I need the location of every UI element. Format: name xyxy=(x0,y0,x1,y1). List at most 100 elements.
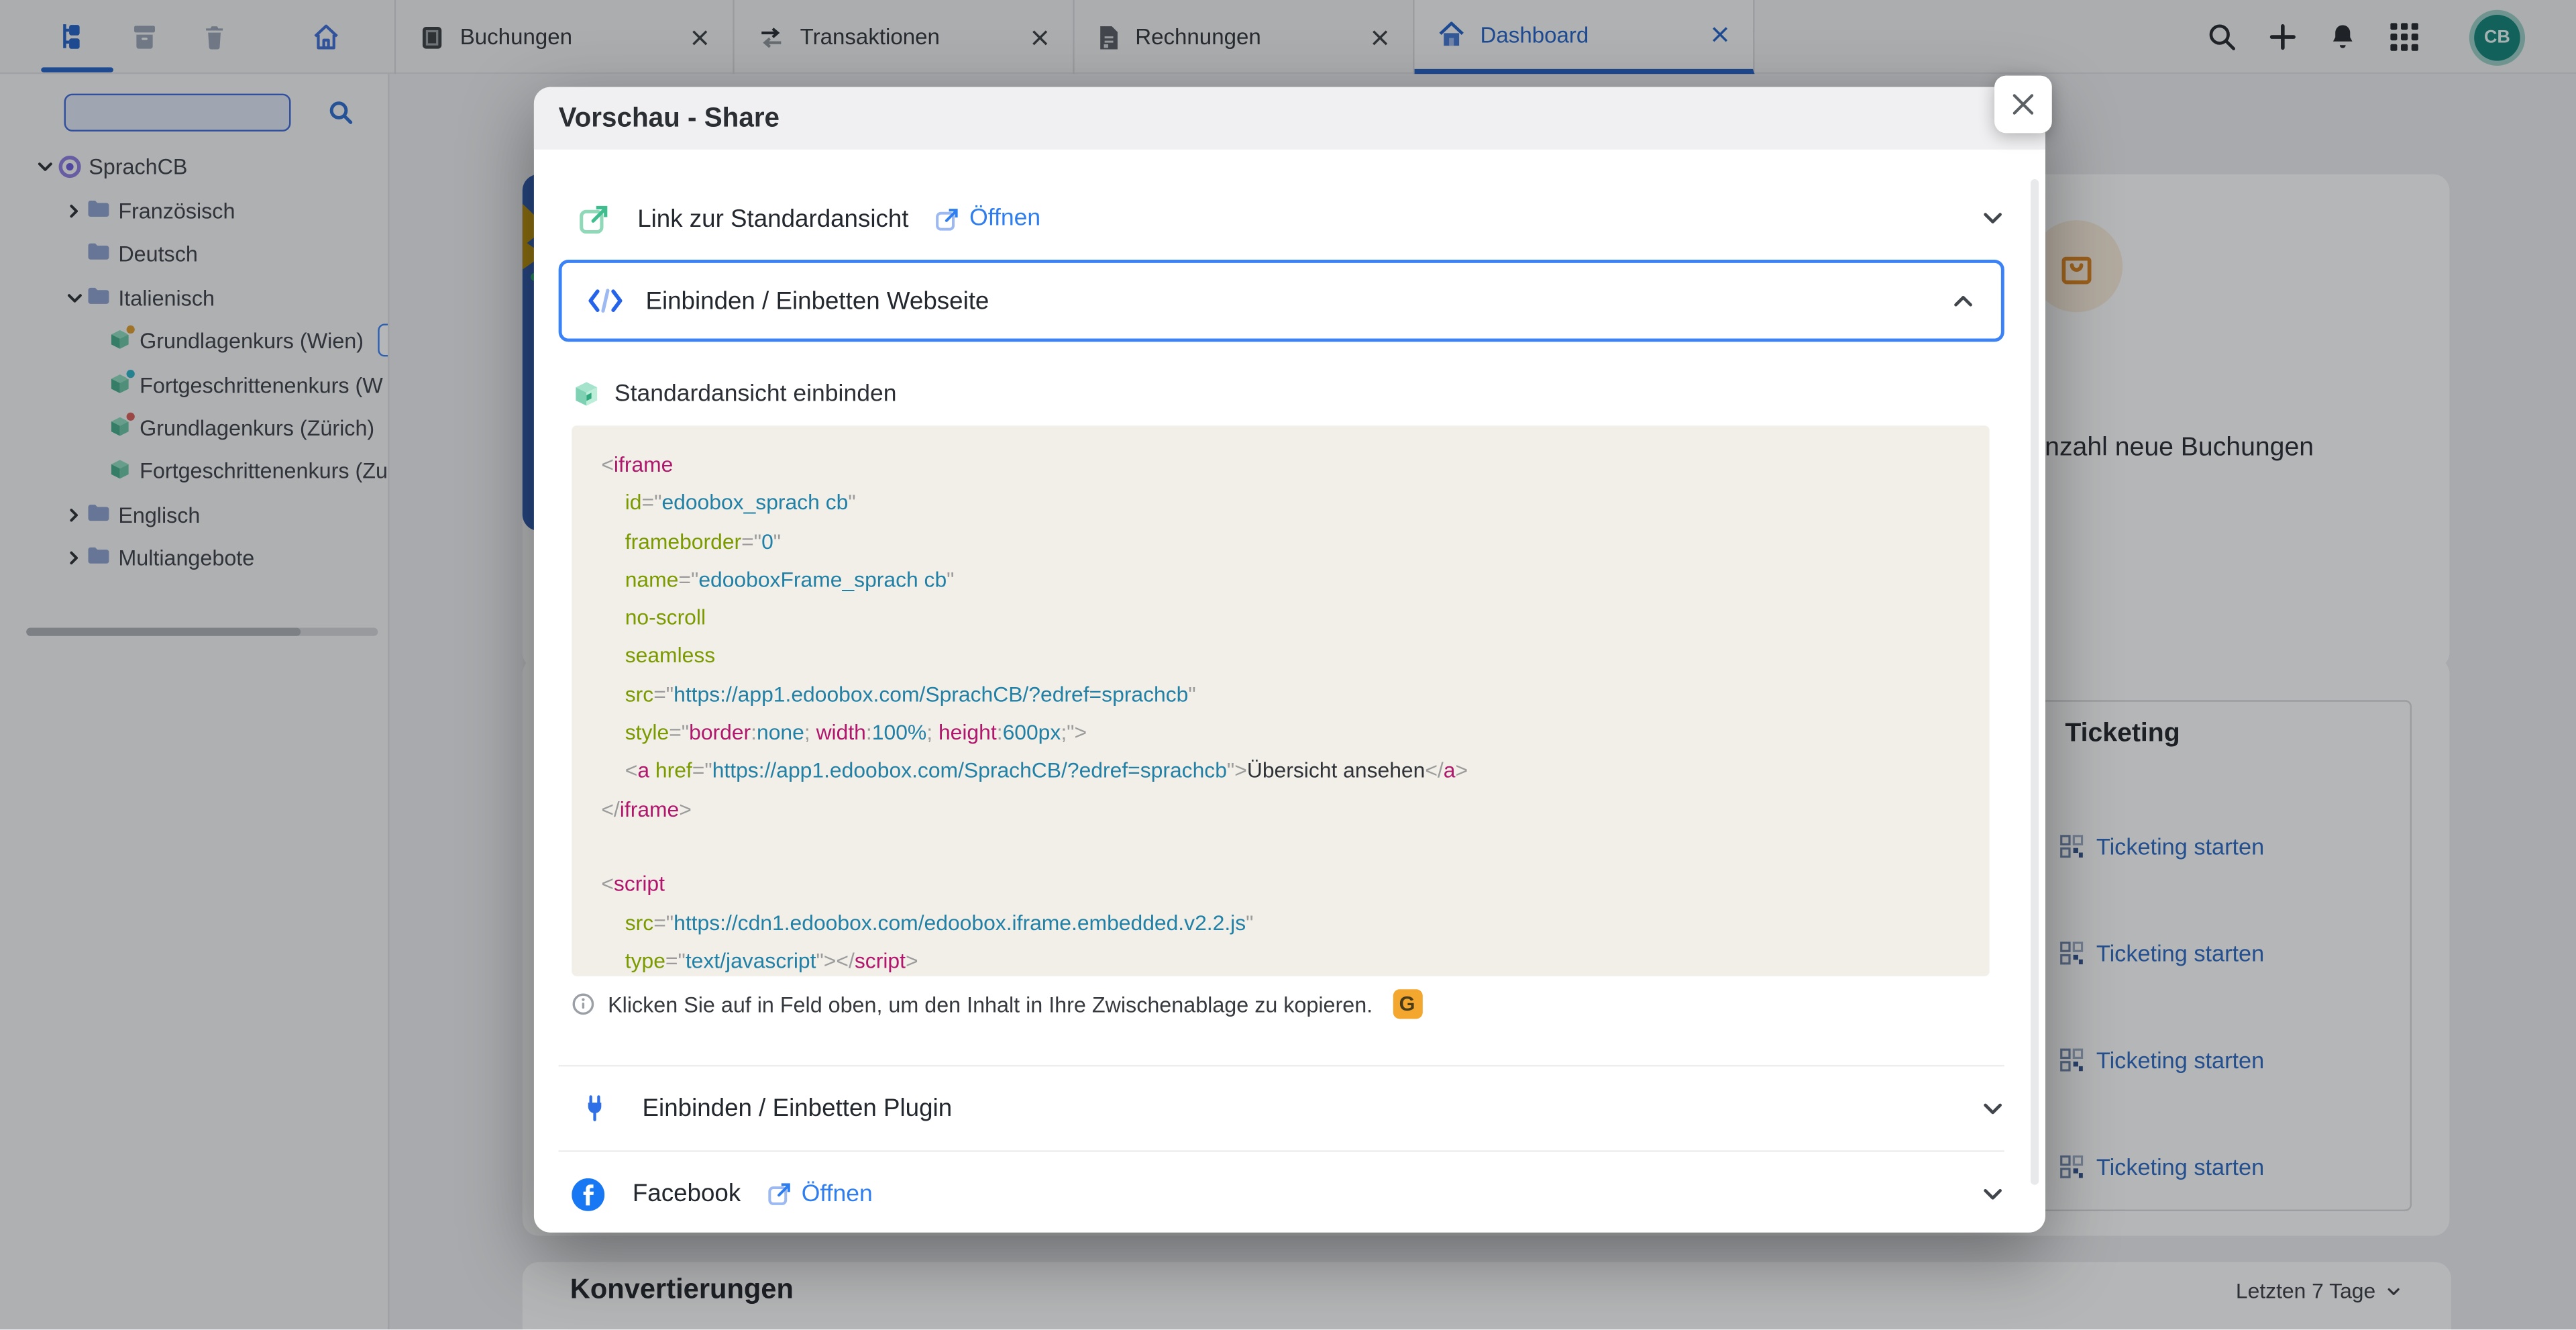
external-link-icon xyxy=(767,1182,792,1207)
code-token-attr: no-scroll xyxy=(625,605,706,630)
code-line: seamless xyxy=(601,638,1960,676)
code-token-str: https://app1.edoobox.com/SprachCB/?edref… xyxy=(674,682,1188,707)
code-token-punc: =" xyxy=(665,948,686,973)
code-token-punc: =" xyxy=(692,758,712,783)
code-token-plain xyxy=(601,910,625,935)
chevron-down-icon[interactable] xyxy=(1981,1182,2004,1205)
code-token-plain xyxy=(601,682,625,707)
code-line: <a href="https://app1.edoobox.com/Sprach… xyxy=(601,754,1960,792)
code-line: type="text/javascript"></script> xyxy=(601,943,1960,976)
code-token-cssval: 100% xyxy=(872,720,926,745)
code-token-text: Übersicht ansehen xyxy=(1247,758,1425,783)
code-token-plain xyxy=(601,529,625,554)
code-token-punc: < xyxy=(601,872,614,897)
open-label: Öffnen xyxy=(969,205,1040,232)
row-label: Link zur Standardansicht xyxy=(637,205,908,233)
code-token-str: text/javascript xyxy=(686,948,816,973)
code-token-punc: < xyxy=(625,758,638,783)
modal-title: Vorschau - Share xyxy=(559,87,780,150)
code-token-attr: src xyxy=(625,682,653,707)
chevron-down-icon[interactable] xyxy=(1981,207,2004,230)
clipboard-hint-text: Klicken Sie auf in Feld oben, um den Inh… xyxy=(608,992,1373,1017)
external-link-icon xyxy=(578,203,610,234)
code-line: no-scroll xyxy=(601,600,1960,638)
code-token-punc: =" xyxy=(642,491,662,515)
code-token-tag: a xyxy=(1444,758,1456,783)
embed-plugin-row[interactable]: Einbinden / Einbetten Plugin xyxy=(559,1066,2004,1150)
code-token-punc: " xyxy=(947,567,954,592)
code-line: style="border:none; width:100%; height:6… xyxy=(601,715,1960,753)
code-line: src="https://app1.edoobox.com/SprachCB/?… xyxy=(601,676,1960,715)
external-link-icon xyxy=(935,206,960,231)
code-token-plain xyxy=(649,758,655,783)
code-token-punc: =" xyxy=(653,910,674,935)
code-token-tag: a xyxy=(637,758,649,783)
row-label: Einbinden / Einbetten Plugin xyxy=(643,1094,953,1123)
facebook-row[interactable]: Facebook Öffnen xyxy=(559,1152,2004,1236)
embed-code-field[interactable]: <iframe id="edoobox_sprach cb" framebord… xyxy=(572,425,1989,976)
code-token-punc: : xyxy=(866,720,872,745)
code-token-attr: type xyxy=(625,948,665,973)
close-button[interactable] xyxy=(1994,76,2052,134)
modal-scrollbar[interactable] xyxy=(2031,179,2039,1185)
code-token-tag: iframe xyxy=(620,797,679,821)
code-token-punc: " xyxy=(1246,910,1253,935)
open-standard-view-link[interactable]: Öffnen xyxy=(935,205,1040,232)
link-standard-view-row[interactable]: Link zur Standardansicht Öffnen xyxy=(559,183,2004,255)
row-label: Einbinden / Einbetten Webseite xyxy=(645,287,989,315)
code-token-punc: </ xyxy=(1425,758,1443,783)
code-token-tag: script xyxy=(855,948,906,973)
chevron-up-icon[interactable] xyxy=(1951,289,1974,312)
code-token-plain xyxy=(601,567,625,592)
screen: Buchungen Transaktionen Rechnungen Dashb… xyxy=(0,0,2576,1330)
code-token-attr: src xyxy=(625,910,653,935)
embed-webseite-row[interactable]: Einbinden / Einbetten Webseite xyxy=(559,260,2004,342)
code-token-punc: =" xyxy=(678,567,698,592)
code-token-plain xyxy=(601,491,625,515)
code-token-punc: =" xyxy=(653,682,674,707)
cube-icon xyxy=(574,381,600,407)
code-token-str: edooboxFrame_sprach cb xyxy=(698,567,947,592)
row-label: Facebook xyxy=(633,1180,741,1208)
code-token-cssval: 600px xyxy=(1003,720,1061,745)
grammarly-badge[interactable]: G xyxy=(1393,989,1422,1019)
code-token-punc: ;"> xyxy=(1061,720,1087,745)
info-icon xyxy=(572,992,594,1015)
code-token-punc: "> xyxy=(1227,758,1247,783)
code-token-punc: " xyxy=(848,491,855,515)
code-icon xyxy=(588,288,623,314)
code-token-str: edoobox_sprach cb xyxy=(661,491,848,515)
open-facebook-link[interactable]: Öffnen xyxy=(767,1181,872,1207)
code-token-cssprop: width xyxy=(816,720,866,745)
code-token-punc: =" xyxy=(669,720,689,745)
code-token-punc: > xyxy=(906,948,918,973)
code-token-tag: script xyxy=(614,872,665,897)
code-token-cssprop: height xyxy=(938,720,997,745)
code-token-punc: " xyxy=(773,529,781,554)
code-token-plain xyxy=(601,720,625,745)
chevron-down-icon[interactable] xyxy=(1981,1097,2004,1120)
code-token-punc: ; xyxy=(926,720,938,745)
code-token-punc: > xyxy=(679,797,692,821)
code-token-plain xyxy=(601,758,625,783)
code-token-str: https://app1.edoobox.com/SprachCB/?edref… xyxy=(712,758,1227,783)
code-token-plain xyxy=(601,644,625,668)
code-token-attr: style xyxy=(625,720,669,745)
close-icon xyxy=(2011,92,2036,117)
code-token-plain xyxy=(601,948,625,973)
share-preview-modal: Vorschau - Share Link zur Standardansich… xyxy=(534,87,2045,1233)
code-token-punc: </ xyxy=(836,948,854,973)
modal-header: Vorschau - Share xyxy=(534,87,2045,150)
code-token-str: 0 xyxy=(761,529,773,554)
embed-subheading-label: Standardansicht einbinden xyxy=(614,381,897,407)
code-line: name="edooboxFrame_sprach cb" xyxy=(601,562,1960,600)
code-token-attr: name xyxy=(625,567,679,592)
facebook-icon xyxy=(572,1178,604,1211)
embed-subheading: Standardansicht einbinden xyxy=(574,376,897,413)
code-line: src="https://cdn1.edoobox.com/edoobox.if… xyxy=(601,905,1960,943)
code-token-punc: < xyxy=(601,452,614,476)
code-token-attr: id xyxy=(625,491,642,515)
code-token-str: https://cdn1.edoobox.com/edoobox.iframe.… xyxy=(674,910,1246,935)
code-line: <iframe xyxy=(601,447,1960,485)
code-token-cssprop: border xyxy=(689,720,751,745)
